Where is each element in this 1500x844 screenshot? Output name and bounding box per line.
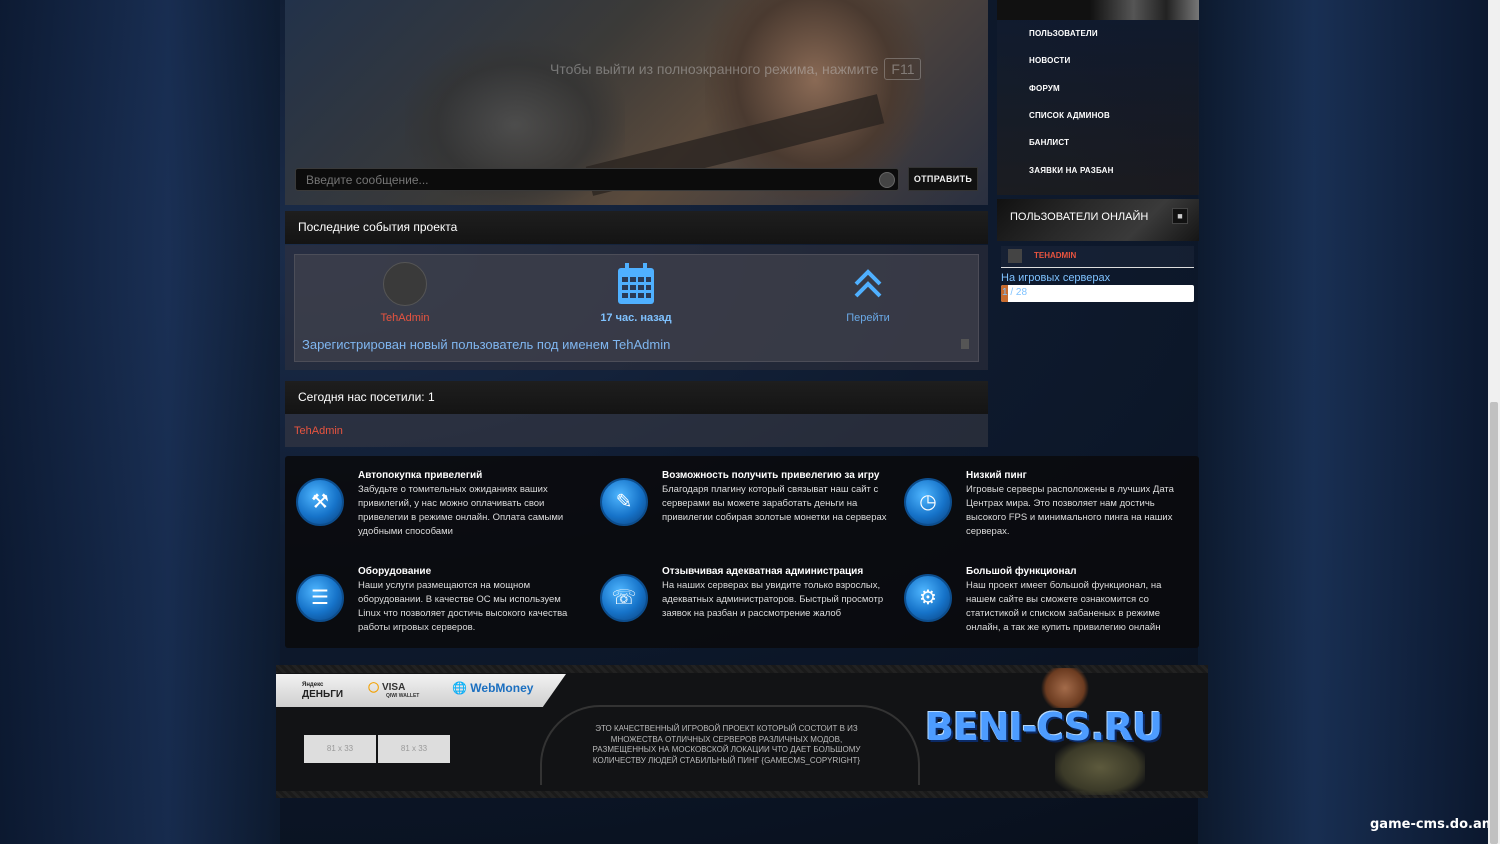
site-logo[interactable]: BENI-CS.RU bbox=[925, 705, 1163, 749]
online-users-title: ПОЛЬЗОВАТЕЛИ ОНЛАЙН bbox=[1010, 211, 1149, 223]
speed-icon: ◷ bbox=[904, 478, 952, 526]
background-left bbox=[0, 0, 280, 844]
watermark: game-cms.do.am bbox=[1370, 817, 1496, 832]
gears-icon: ⚙ bbox=[904, 574, 952, 622]
sidebar-item-banlist[interactable]: БАНЛИСТ bbox=[1029, 138, 1069, 147]
event-go-link[interactable]: Перейти bbox=[768, 262, 968, 324]
visitors-header: Сегодня нас посетили: 1 bbox=[285, 381, 988, 414]
event-user[interactable]: TehAdmin bbox=[305, 262, 505, 324]
online-user-row[interactable] bbox=[1001, 246, 1194, 268]
servers-count: 1 / 28 bbox=[1002, 287, 1028, 298]
sidebar-top-art bbox=[1090, 0, 1199, 20]
servers-label: На игровых серверах bbox=[1001, 272, 1111, 284]
feature-title: Оборудование bbox=[358, 566, 432, 577]
wallet-icon: ✎ bbox=[600, 478, 648, 526]
event-text: Зарегистрирован новый пользователь под и… bbox=[302, 337, 671, 352]
support-icon: ☏ bbox=[600, 574, 648, 622]
send-button[interactable]: ОТПРАВИТЬ bbox=[908, 167, 978, 191]
event-time-label: 17 час. назад bbox=[600, 312, 672, 324]
sidebar-item-news[interactable]: НОВОСТИ bbox=[1029, 56, 1070, 65]
feature-text: Забудьте о томительных ожиданиях ваших п… bbox=[358, 484, 564, 537]
chat-message-input[interactable] bbox=[295, 168, 899, 191]
yandex-money-logo[interactable]: Яндекс ДЕНЬГИ bbox=[302, 681, 343, 700]
calendar-icon bbox=[616, 262, 656, 306]
server-icon: ☰ bbox=[296, 574, 344, 622]
tools-icon: ⚒ bbox=[296, 478, 344, 526]
feature-title: Отзывчивая адекватная администрация bbox=[662, 566, 864, 577]
feature-text: На наших серверах вы увидите только взро… bbox=[662, 580, 884, 619]
qiwi-logo[interactable]: ◯ VISA QIWI WALLET bbox=[368, 682, 419, 699]
trash-icon[interactable] bbox=[961, 339, 969, 349]
sidebar-item-unban[interactable]: ЗАЯВКИ НА РАЗБАН bbox=[1029, 166, 1114, 175]
visitors-body bbox=[285, 414, 988, 447]
events-header: Последние события проекта bbox=[285, 211, 988, 244]
banner-slot[interactable]: 81 x 33 bbox=[378, 735, 450, 763]
sidebar-item-admins[interactable]: СПИСОК АДМИНОВ bbox=[1029, 111, 1110, 120]
user-icon: ■ bbox=[1172, 208, 1188, 224]
visitor-link[interactable]: TehAdmin bbox=[294, 425, 343, 437]
logo-character-head bbox=[1040, 668, 1090, 708]
feature-title: Большой функционал bbox=[966, 566, 1077, 577]
go-label: Перейти bbox=[846, 312, 890, 324]
chevron-up-icon bbox=[848, 266, 888, 306]
feature-title: Автопокупка привелегий bbox=[358, 470, 483, 481]
online-user-avatar bbox=[1008, 249, 1022, 263]
webmoney-logo[interactable]: 🌐 WebMoney bbox=[452, 681, 533, 695]
avatar bbox=[383, 262, 427, 306]
feature-text: Наш проект имеет большой функционал, на … bbox=[966, 580, 1162, 633]
footer-text: ЭТО КАЧЕСТВЕННЫЙ ИГРОВОЙ ПРОЕКТ КОТОРЫЙ … bbox=[592, 724, 861, 765]
feature-text: Игровые серверы расположены в лучших Дат… bbox=[966, 484, 1174, 537]
scrollbar-thumb[interactable] bbox=[1490, 402, 1498, 844]
event-user-name: TehAdmin bbox=[380, 312, 430, 324]
event-time: 17 час. назад bbox=[536, 262, 736, 324]
banner-slot[interactable]: 81 x 33 bbox=[304, 735, 376, 763]
fullscreen-key: F11 bbox=[884, 58, 922, 80]
feature-text: Благодаря плагину который связыват наш с… bbox=[662, 484, 887, 523]
scrollbar[interactable] bbox=[1488, 0, 1500, 844]
online-user-name[interactable]: TEHADMIN bbox=[1034, 251, 1076, 260]
sidebar-item-users[interactable]: ПОЛЬЗОВАТЕЛИ bbox=[1029, 29, 1098, 38]
smile-icon[interactable] bbox=[879, 172, 895, 188]
feature-title: Низкий пинг bbox=[966, 470, 1027, 481]
feature-title: Возможность получить привелегию за игру bbox=[662, 470, 880, 481]
background-right bbox=[1198, 0, 1488, 844]
sidebar-item-forum[interactable]: ФОРУМ bbox=[1029, 84, 1060, 93]
feature-text: Наши услуги размещаются на мощном оборуд… bbox=[358, 580, 568, 633]
fullscreen-hint: Чтобы выйти из полноэкранного режима, на… bbox=[550, 58, 922, 80]
servers-progress bbox=[1001, 285, 1194, 302]
